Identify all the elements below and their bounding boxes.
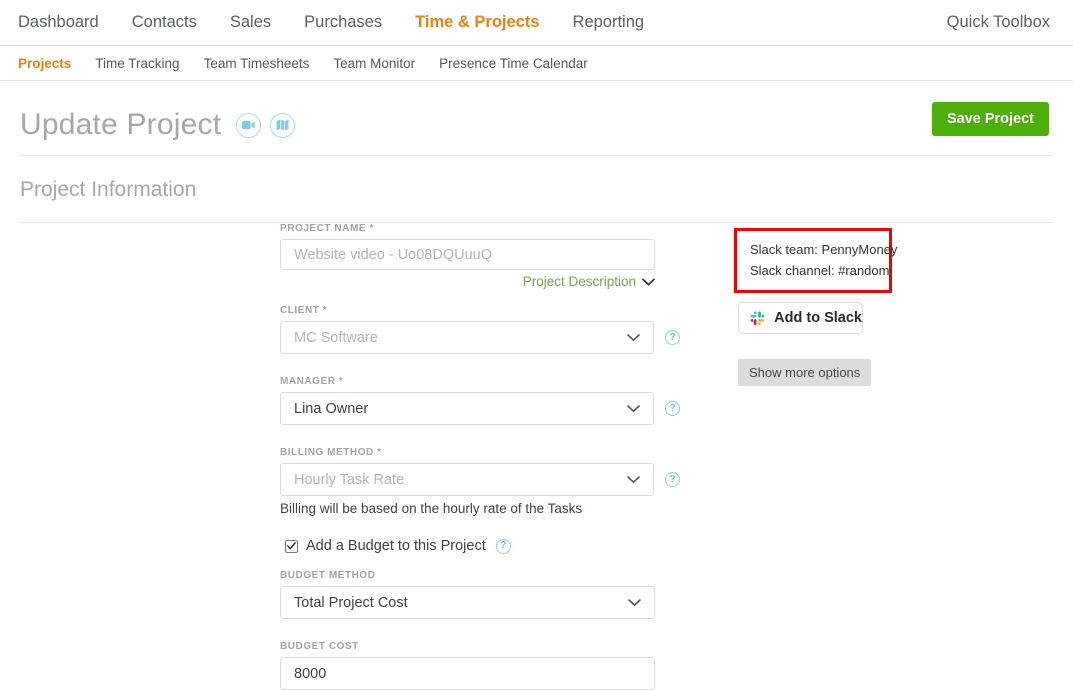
budget-cost-label: BUDGET COST — [280, 641, 359, 652]
subnav-item-team-monitor[interactable]: Team Monitor — [333, 56, 415, 71]
manager-select[interactable]: Lina Owner — [280, 392, 654, 425]
project-name-input[interactable]: Website video - Uo08DQUuuQ — [280, 239, 655, 270]
subnav-item-presence-time-calendar[interactable]: Presence Time Calendar — [439, 56, 588, 71]
billing-method-hint: Billing will be based on the hourly rate… — [280, 501, 583, 516]
add-budget-label: Add a Budget to this Project — [306, 538, 486, 554]
client-value: MC Software — [294, 329, 378, 346]
chevron-down-icon — [627, 333, 640, 341]
budget-method-value: Total Project Cost — [294, 594, 408, 611]
field-client: CLIENT * MC Software ? — [280, 305, 680, 354]
sub-navigation-bar: Projects Time Tracking Team Timesheets T… — [0, 46, 1073, 81]
project-name-row: Website video - Uo08DQUuuQ — [280, 239, 680, 270]
field-manager: MANAGER * Lina Owner ? — [280, 376, 680, 425]
save-project-button[interactable]: Save Project — [931, 102, 1049, 136]
client-select[interactable]: MC Software — [280, 321, 654, 354]
page-title: Update Project — [20, 108, 222, 141]
manager-help-icon[interactable]: ? — [665, 401, 680, 416]
manager-label: MANAGER * — [280, 376, 344, 387]
slack-info-highlight: Slack team: PennyMoney Slack channel: #r… — [734, 228, 898, 294]
slack-logo-icon — [750, 311, 765, 326]
video-camera-icon[interactable] — [236, 112, 262, 138]
topnav-item-contacts[interactable]: Contacts — [132, 13, 197, 32]
map-icon[interactable] — [270, 112, 296, 138]
form-content: PROJECT NAME * Website video - Uo08DQUuu… — [0, 223, 1073, 690]
subnav-item-projects[interactable]: Projects — [18, 56, 71, 71]
budget-cost-row: 8000 — [280, 657, 680, 690]
left-spacer-column — [20, 223, 280, 690]
slack-channel-line: Slack channel: #random — [750, 263, 890, 279]
billing-method-row: Hourly Task Rate ? — [280, 463, 680, 496]
chevron-down-icon — [628, 598, 641, 606]
field-budget-cost: BUDGET COST 8000 — [280, 641, 680, 690]
budget-method-select[interactable]: Total Project Cost — [280, 586, 655, 619]
section-title: Project Information — [20, 178, 197, 201]
billing-method-help-icon[interactable]: ? — [665, 472, 680, 487]
check-icon — [287, 542, 296, 550]
add-budget-checkbox[interactable] — [285, 539, 298, 553]
client-row: MC Software ? — [280, 321, 680, 354]
billing-method-select[interactable]: Hourly Task Rate — [280, 463, 654, 496]
manager-value: Lina Owner — [294, 400, 369, 417]
slack-team-line: Slack team: PennyMoney — [750, 242, 898, 257]
topnav-item-time-and-projects[interactable]: Time & Projects — [415, 13, 539, 32]
subnav-item-time-tracking[interactable]: Time Tracking — [95, 56, 179, 71]
subnav-item-team-timesheets[interactable]: Team Timesheets — [204, 56, 310, 71]
section-header: Project Information — [0, 156, 1073, 222]
topnav-item-reporting[interactable]: Reporting — [573, 13, 645, 32]
project-form-column: PROJECT NAME * Website video - Uo08DQUuu… — [280, 223, 680, 690]
project-description-toggle[interactable]: Project Description — [280, 274, 655, 289]
budget-method-label: BUDGET METHOD — [280, 570, 376, 581]
manager-row: Lina Owner ? — [280, 392, 680, 425]
add-to-slack-button[interactable]: Add to Slack — [738, 302, 863, 335]
client-help-icon[interactable]: ? — [665, 330, 680, 345]
add-budget-help-icon[interactable]: ? — [495, 538, 511, 554]
project-name-label: PROJECT NAME * — [280, 223, 374, 234]
topnav-item-purchases[interactable]: Purchases — [304, 13, 382, 32]
page-header-icons — [236, 112, 296, 138]
field-billing-method: BILLING METHOD * Hourly Task Rate ? Bill… — [280, 447, 680, 516]
top-navigation-bar: Dashboard Contacts Sales Purchases Time … — [0, 0, 1073, 46]
slack-panel: Slack team: PennyMoney Slack channel: #r… — [725, 223, 975, 690]
billing-method-label: BILLING METHOD * — [280, 447, 382, 458]
chevron-down-icon — [642, 278, 655, 286]
quick-toolbox-button[interactable]: Quick Toolbox — [947, 13, 1050, 32]
client-label: CLIENT * — [280, 305, 328, 316]
budget-cost-input[interactable]: 8000 — [280, 657, 655, 690]
chevron-down-icon — [627, 475, 640, 483]
chevron-down-icon — [627, 404, 640, 412]
field-project-name: PROJECT NAME * Website video - Uo08DQUuu… — [280, 223, 680, 289]
add-budget-checkbox-row: Add a Budget to this Project ? — [285, 538, 680, 554]
add-to-slack-label: Add to Slack — [774, 310, 862, 327]
page-header: Update Project Save Project — [0, 81, 1073, 141]
topnav-item-dashboard[interactable]: Dashboard — [18, 13, 99, 32]
project-description-label: Project Description — [522, 274, 636, 289]
budget-cost-value: 8000 — [294, 665, 327, 682]
field-budget-method: BUDGET METHOD Total Project Cost — [280, 570, 680, 619]
billing-method-value: Hourly Task Rate — [294, 471, 405, 488]
project-name-value: Website video - Uo08DQUuuQ — [294, 246, 492, 263]
budget-method-row: Total Project Cost — [280, 586, 680, 619]
show-more-options-button[interactable]: Show more options — [738, 359, 872, 387]
topnav-item-sales[interactable]: Sales — [230, 13, 271, 32]
